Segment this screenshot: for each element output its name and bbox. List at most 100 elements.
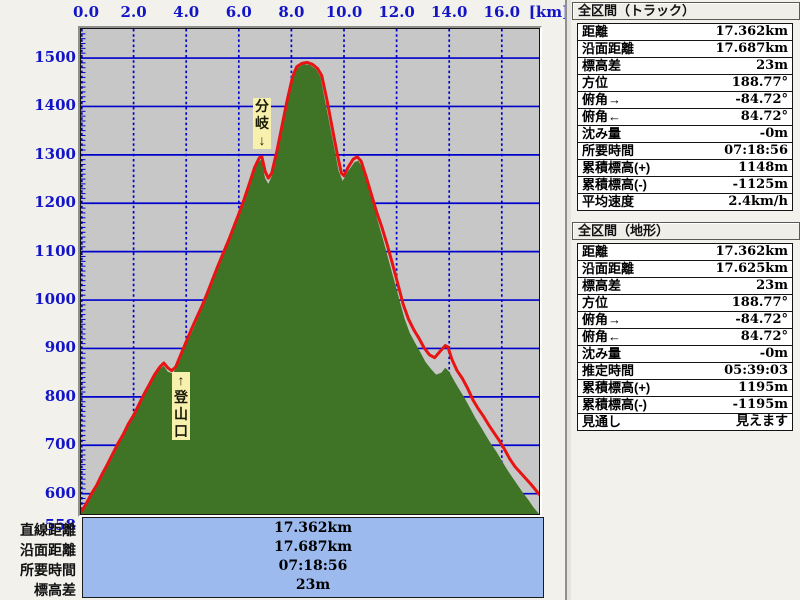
y-tick-label: 1100 — [34, 241, 76, 260]
row-label: 距離 — [582, 244, 609, 259]
elevation-profile-chart[interactable] — [81, 29, 539, 514]
row-label: 沿面距離 — [582, 41, 635, 56]
summary-value-box: 17.362km 17.687km 07:18:56 23m — [82, 517, 544, 598]
chart-plot-area[interactable] — [80, 28, 540, 515]
row-value: 17.362km — [715, 24, 788, 39]
table-row: 累積標高(-) -1125m — [578, 176, 792, 193]
row-label: 方位 — [582, 295, 609, 310]
row-label: 推定時間 — [582, 363, 635, 378]
row-value: -84.72° — [735, 312, 788, 327]
summary-value: 07:18:56 — [278, 558, 348, 574]
row-label: 累積標高(+) — [582, 380, 651, 395]
row-value: -1195m — [732, 397, 788, 412]
terrain-profile — [81, 64, 539, 514]
row-label: 標高差 — [582, 278, 622, 293]
summary-value: 23m — [295, 577, 331, 593]
y-tick-label: 800 — [44, 386, 76, 405]
row-value: 2.4km/h — [728, 194, 788, 209]
y-tick-label: 1300 — [34, 144, 76, 163]
stats-panel: 全区間（トラック） 距離 17.362km 沿面距離 17.687km 標高差 23m 方位 1… — [571, 0, 800, 600]
row-value: 17.687km — [715, 41, 788, 56]
x-tick-label: 14.0 — [430, 3, 468, 21]
chart-frame — [78, 26, 542, 517]
row-label: 累積標高(-) — [582, 177, 647, 192]
row-value: -1125m — [732, 177, 788, 192]
y-tick-label: 700 — [44, 435, 76, 454]
row-label: 累積標高(-) — [582, 397, 647, 412]
summary-label: 沿面距離 — [20, 542, 76, 558]
y-tick-label: 1500 — [34, 48, 76, 67]
y-tick-label: 1000 — [34, 290, 76, 309]
table-row: 距離 17.362km — [578, 244, 792, 260]
table-row: 方位 188.77° — [578, 294, 792, 311]
row-label: 沈み量 — [582, 346, 622, 361]
stats-group-title: 全区間（トラック） — [572, 2, 800, 20]
x-tick-label: 16.0 — [483, 3, 521, 21]
y-tick-label: 1400 — [34, 96, 76, 115]
row-value: 188.77° — [731, 75, 788, 90]
row-label: 俯角← — [582, 329, 622, 344]
table-row: 平均速度 2.4km/h — [578, 193, 792, 210]
table-row: 沈み量 -0m — [578, 345, 792, 362]
table-row: 標高差 23m — [578, 57, 792, 74]
summary-label: 所要時間 — [20, 562, 76, 578]
stats-table: 距離 17.362km 沿面距離 17.625km 標高差 23m 方位 188.77° 俯角→… — [577, 243, 793, 431]
summary-label: 直線距離 — [20, 522, 76, 538]
table-row: 推定時間 05:39:03 — [578, 362, 792, 379]
x-tick-label: 4.0 — [173, 3, 200, 21]
row-label: 累積標高(+) — [582, 160, 651, 175]
row-value: 見えます — [735, 414, 788, 429]
elevation-profile-window: 0.0 2.0 4.0 6.0 8.0 10.0 12.0 14.0 16.0 [km] 150… — [0, 0, 800, 600]
row-value: 1148m — [738, 160, 788, 175]
row-value: 1195m — [738, 380, 788, 395]
x-tick-label: 8.0 — [278, 3, 305, 21]
row-label: 所要時間 — [582, 143, 635, 158]
stats-table: 距離 17.362km 沿面距離 17.687km 標高差 23m 方位 188.77° 俯角→… — [577, 23, 793, 211]
row-label: 俯角→ — [582, 92, 622, 107]
table-row: 沿面距離 17.625km — [578, 260, 792, 277]
row-value: -84.72° — [735, 92, 788, 107]
row-value: 84.72° — [740, 109, 788, 124]
row-label: 俯角→ — [582, 312, 622, 327]
chart-annotation: ↑ 登山口 — [172, 372, 190, 440]
row-value: 05:39:03 — [724, 363, 788, 378]
row-label: 沿面距離 — [582, 261, 635, 276]
row-label: 標高差 — [582, 58, 622, 73]
x-tick-label: 0.0 — [72, 3, 100, 21]
row-value: 17.362km — [715, 244, 788, 259]
table-row: 俯角→ -84.72° — [578, 311, 792, 328]
row-value: -0m — [759, 126, 788, 141]
summary-value: 17.687km — [273, 539, 353, 555]
summary-label: 標高差 — [34, 582, 76, 598]
row-label: 見通し — [582, 414, 622, 429]
row-value: -0m — [759, 346, 788, 361]
table-row: 沈み量 -0m — [578, 125, 792, 142]
chart-annotation: 分岐 ↓ — [253, 98, 271, 149]
row-label: 俯角← — [582, 109, 622, 124]
row-label: 平均速度 — [582, 194, 635, 209]
x-tick-label: 6.0 — [225, 3, 252, 21]
table-row: 標高差 23m — [578, 277, 792, 294]
table-row: 見通し 見えます — [578, 413, 792, 430]
row-value: 23m — [756, 278, 788, 293]
row-value: 07:18:56 — [724, 143, 788, 158]
x-tick-label: 10.0 — [325, 3, 363, 21]
stats-group-title: 全区間（地形） — [572, 222, 800, 240]
table-row: 方位 188.77° — [578, 74, 792, 91]
table-row: 累積標高(-) -1195m — [578, 396, 792, 413]
y-tick-label: 900 — [44, 338, 76, 357]
table-row: 累積標高(+) 1195m — [578, 379, 792, 396]
table-row: 累積標高(+) 1148m — [578, 159, 792, 176]
row-label: 沈み量 — [582, 126, 622, 141]
x-axis-unit-label: [km] — [528, 3, 570, 21]
table-row: 俯角← 84.72° — [578, 108, 792, 125]
table-row: 俯角← 84.72° — [578, 328, 792, 345]
row-value: 23m — [756, 58, 788, 73]
row-label: 方位 — [582, 75, 609, 90]
row-value: 84.72° — [740, 329, 788, 344]
x-tick-label: 12.0 — [378, 3, 415, 21]
x-tick-label: 2.0 — [120, 3, 147, 21]
summary-value: 17.362km — [273, 520, 353, 536]
table-row: 俯角→ -84.72° — [578, 91, 792, 108]
row-label: 距離 — [582, 24, 609, 39]
